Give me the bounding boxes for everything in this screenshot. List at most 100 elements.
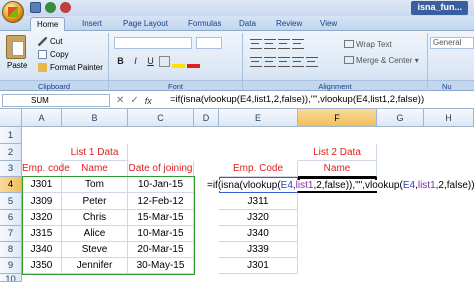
cell-b9[interactable]: Jennifer xyxy=(62,258,128,274)
row-header-5[interactable]: 5 xyxy=(0,193,22,210)
font-size-dropdown[interactable] xyxy=(196,37,222,49)
cell-c9[interactable]: 30-May-15 xyxy=(128,258,194,274)
align-right-icon[interactable] xyxy=(278,57,290,67)
tab-review[interactable]: Review xyxy=(270,17,308,31)
column-header-c[interactable]: C xyxy=(128,109,194,127)
font-group-label: Font xyxy=(109,80,242,91)
font-color-icon[interactable] xyxy=(187,55,200,68)
cell-b2[interactable]: List 1 Data xyxy=(62,144,128,161)
column-header-b[interactable]: B xyxy=(62,109,128,127)
cell-b8[interactable]: Steve xyxy=(62,242,128,258)
window-title: isna_fun... xyxy=(411,1,468,15)
horizontal-align-buttons xyxy=(250,57,318,67)
column-header-e[interactable]: E xyxy=(219,109,298,127)
row-header-2[interactable]: 2 xyxy=(0,144,22,161)
redo-icon[interactable] xyxy=(60,2,71,13)
cell-c8[interactable]: 20-Mar-15 xyxy=(128,242,194,258)
ribbon: Paste Cut Copy Format Painter Clipboard … xyxy=(0,31,474,91)
borders-icon[interactable] xyxy=(159,56,170,67)
cell-f3[interactable]: Name xyxy=(298,161,377,177)
cell-a4[interactable]: J301 xyxy=(22,177,62,193)
cell-e6[interactable]: J320 xyxy=(219,210,298,226)
cell-a5[interactable]: J309 xyxy=(22,193,62,210)
font-name-dropdown[interactable] xyxy=(114,37,192,49)
cell-e9[interactable]: J301 xyxy=(219,258,298,274)
cell-b5[interactable]: Peter xyxy=(62,193,128,210)
row-header-8[interactable]: 8 xyxy=(0,242,22,258)
formula-input[interactable]: =if(isna(vlookup(E4,list1,2,false)),"",v… xyxy=(170,94,470,107)
office-button[interactable] xyxy=(2,1,24,23)
cell-a3[interactable]: Emp. code xyxy=(22,161,70,177)
paste-button-label[interactable]: Paste xyxy=(7,61,27,70)
insert-function-icon[interactable]: fx xyxy=(145,96,152,106)
column-header-h[interactable]: H xyxy=(424,109,474,127)
undo-icon[interactable] xyxy=(45,2,56,13)
number-format-dropdown[interactable]: General xyxy=(430,37,474,49)
cell-e5[interactable]: J311 xyxy=(219,193,298,210)
cut-label: Cut xyxy=(50,37,63,46)
bold-button[interactable]: B xyxy=(114,55,127,68)
column-header-d[interactable]: D xyxy=(194,109,219,127)
column-header-a[interactable]: A xyxy=(22,109,62,127)
tab-formulas[interactable]: Formulas xyxy=(182,17,227,31)
cell-b3[interactable]: Name xyxy=(62,161,128,177)
cell-e3[interactable]: Emp. Code xyxy=(219,161,298,177)
enter-icon[interactable]: ✓ xyxy=(130,95,138,106)
alignment-group-label: Alignment xyxy=(243,80,427,91)
row-header-10[interactable]: 10 xyxy=(0,274,22,282)
cancel-icon[interactable]: ✕ xyxy=(116,95,124,106)
column-header-g[interactable]: G xyxy=(377,109,424,127)
row-header-6[interactable]: 6 xyxy=(0,210,22,226)
cell-c3[interactable]: Date of joining xyxy=(128,161,194,177)
select-all-corner[interactable] xyxy=(0,109,22,127)
increase-indent-icon[interactable] xyxy=(306,57,318,67)
cell-c6[interactable]: 15-Mar-15 xyxy=(128,210,194,226)
cell-e8[interactable]: J339 xyxy=(219,242,298,258)
cell-a8[interactable]: J340 xyxy=(22,242,62,258)
formula-part: ,2,false)),"",vlookup( xyxy=(313,180,403,191)
cell-a6[interactable]: J320 xyxy=(22,210,62,226)
cell-b6[interactable]: Chris xyxy=(62,210,128,226)
tab-view[interactable]: View xyxy=(314,17,343,31)
tab-data[interactable]: Data xyxy=(233,17,262,31)
tab-page-layout[interactable]: Page Layout xyxy=(117,17,174,31)
italic-button[interactable]: I xyxy=(129,55,142,68)
cell-c5[interactable]: 12-Feb-12 xyxy=(128,193,194,210)
cell-c7[interactable]: 10-Mar-15 xyxy=(128,226,194,242)
align-top-icon[interactable] xyxy=(250,39,262,49)
format-painter-button[interactable]: Format Painter xyxy=(38,63,103,72)
row-header-1[interactable]: 1 xyxy=(0,127,22,144)
row-header-3[interactable]: 3 xyxy=(0,161,22,177)
fill-color-icon[interactable] xyxy=(172,55,185,68)
row-header-7[interactable]: 7 xyxy=(0,226,22,242)
merge-center-button[interactable]: Merge & Center ▾ xyxy=(344,56,419,65)
copy-button[interactable]: Copy xyxy=(38,50,69,59)
align-bottom-icon[interactable] xyxy=(278,39,290,49)
align-center-icon[interactable] xyxy=(264,57,276,67)
vertical-align-buttons xyxy=(250,39,304,49)
cell-e7[interactable]: J340 xyxy=(219,226,298,242)
tab-insert[interactable]: Insert xyxy=(76,17,108,31)
row-header-4[interactable]: 4 xyxy=(0,177,22,193)
wrap-text-button[interactable]: Wrap Text xyxy=(344,40,392,49)
decrease-indent-icon[interactable] xyxy=(292,57,304,67)
row-header-9[interactable]: 9 xyxy=(0,258,22,274)
column-header-f[interactable]: F xyxy=(298,109,377,127)
cell-a7[interactable]: J315 xyxy=(22,226,62,242)
cell-a9[interactable]: J350 xyxy=(22,258,62,274)
align-middle-icon[interactable] xyxy=(264,39,276,49)
cell-b7[interactable]: Alice xyxy=(62,226,128,242)
underline-button[interactable]: U xyxy=(144,55,157,68)
cell-c4[interactable]: 10-Jan-15 xyxy=(128,177,194,193)
save-icon[interactable] xyxy=(30,2,41,13)
tab-home[interactable]: Home xyxy=(30,17,66,31)
name-box[interactable]: SUM xyxy=(2,94,110,107)
orientation-icon[interactable] xyxy=(292,39,304,49)
active-cell-f4[interactable]: =if(isna(vlookup(E4,list1,2,false)),"",v… xyxy=(207,177,474,193)
cell-b4[interactable]: Tom xyxy=(62,177,128,193)
formula-bar: SUM ✕ ✓ fx =if(isna(vlookup(E4,list1,2,f… xyxy=(0,92,474,109)
cell-f2[interactable]: List 2 Data xyxy=(298,144,377,161)
cut-button[interactable]: Cut xyxy=(38,37,62,46)
align-left-icon[interactable] xyxy=(250,57,262,67)
paste-icon[interactable] xyxy=(6,35,26,59)
